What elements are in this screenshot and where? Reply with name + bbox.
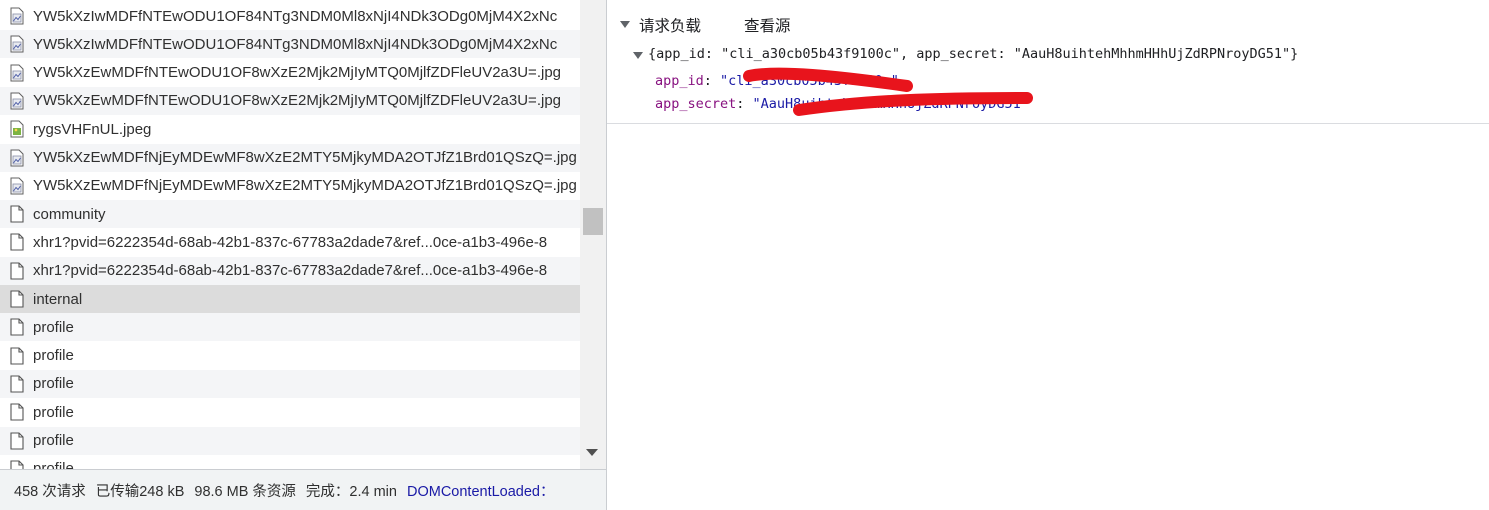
finish-time: 完成：2.4 min [305, 483, 397, 500]
request-row[interactable]: profile [0, 398, 580, 426]
document-icon [10, 233, 24, 251]
dom-content-loaded: DOMContentLoaded： [406, 483, 555, 500]
object-close: } [1290, 46, 1299, 62]
property-value: "AauH8uihtehMhhmHHhUjZdRPNroyDG51" [752, 96, 1029, 112]
request-row[interactable]: profile [0, 369, 580, 398]
request-row[interactable]: profile [0, 455, 580, 469]
request-name: rygsVHFnUL.jpeg [33, 120, 152, 138]
request-row[interactable]: YW5kXzEwMDFfNTEwODU1OF8wXzE2Mjk2MjIyMTQ0… [0, 86, 580, 115]
transferred-size: 已传输248 kB [95, 483, 185, 500]
resources-size: 98.6 MB 条资源 [194, 483, 296, 500]
request-name: profile [33, 375, 74, 393]
document-icon [10, 431, 24, 450]
request-row[interactable]: profile [0, 342, 580, 370]
document-icon [10, 262, 24, 280]
request-name: YW5kXzEwMDFfNTEwODU1OF8wXzE2Mjk2MjIyMTQ0… [33, 92, 562, 110]
doc-image-icon [10, 149, 24, 167]
collapse-triangle-icon[interactable] [620, 21, 630, 28]
request-name: profile [33, 318, 74, 336]
payload-property-app-secret[interactable]: app_secret: "AauH8uihtehMhhmHHhUjZdRPNro… [655, 96, 1029, 112]
request-list-scrollbar[interactable] [580, 0, 606, 469]
document-icon [10, 375, 24, 393]
network-request-list-panel: YW5kXzIwMDFfNTEwODU1OF84NTg3NDM0Ml8xNjI4… [0, 0, 606, 510]
request-row[interactable]: profile [0, 426, 580, 455]
request-row[interactable]: YW5kXzIwMDFfNTEwODU1OF84NTg3NDM0Ml8xNjI4… [0, 2, 580, 30]
view-source-link[interactable]: 查看源 [744, 14, 791, 36]
payload-section-separator [607, 123, 1489, 124]
request-name: YW5kXzEwMDFfNjEyMDEwMF8wXzE2MTY5MjkyMDA2… [33, 177, 577, 195]
network-status-bar: 458 次请求 已传输248 kB 98.6 MB 条资源 完成：2.4 min… [0, 469, 606, 510]
request-name: profile [33, 432, 74, 449]
request-row[interactable]: xhr1?pvid=6222354d-68ab-42b1-837c-67783a… [0, 256, 580, 285]
request-count: 458 次请求 [14, 483, 86, 500]
doc-image-icon [10, 64, 24, 82]
request-row[interactable]: rygsVHFnUL.jpeg [0, 115, 580, 143]
request-name: YW5kXzIwMDFfNTEwODU1OF84NTg3NDM0Ml8xNjI4… [33, 35, 558, 53]
scrollbar-thumb[interactable] [583, 208, 603, 235]
request-name: YW5kXzEwMDFfNTEwODU1OF8wXzE2Mjk2MjIyMTQ0… [33, 64, 562, 82]
object-open: {app_id: [648, 46, 722, 62]
document-icon [10, 460, 24, 469]
property-colon: : [703, 73, 721, 89]
request-name: profile [33, 347, 74, 365]
request-row[interactable]: profile [0, 313, 580, 342]
payload-section-header[interactable]: 请求负载 查看源 [607, 0, 1489, 48]
document-icon [10, 318, 24, 336]
request-name: YW5kXzIwMDFfNTEwODU1OF84NTg3NDM0Ml8xNjI4… [33, 7, 558, 25]
request-name: xhr1?pvid=6222354d-68ab-42b1-837c-67783a… [33, 262, 548, 280]
payload-object-summary[interactable]: {app_id: "cli_a30cb05b43f9100c", app_sec… [648, 46, 1298, 62]
request-name: profile [33, 460, 74, 469]
property-value: "cli_a30cb05b43f9100c" [720, 73, 899, 89]
request-row[interactable]: xhr1?pvid=6222354d-68ab-42b1-837c-67783a… [0, 228, 580, 256]
property-key: app_id [655, 73, 704, 89]
request-row[interactable]: YW5kXzEwMDFfNjEyMDEwMF8wXzE2MTY5MjkyMDA2… [0, 172, 580, 200]
request-name: profile [33, 403, 74, 421]
scroll-down-arrow-icon[interactable] [586, 449, 598, 456]
object-expand-triangle-icon[interactable] [633, 52, 643, 59]
document-icon [10, 347, 24, 365]
image-file-icon [10, 120, 24, 138]
request-row[interactable]: internal [0, 285, 580, 313]
property-colon: : [736, 96, 753, 112]
request-name: YW5kXzEwMDFfNjEyMDEwMF8wXzE2MTY5MjkyMDA2… [33, 149, 577, 166]
document-icon [10, 290, 24, 308]
request-list: YW5kXzIwMDFfNTEwODU1OF84NTg3NDM0Ml8xNjI4… [0, 0, 580, 469]
payload-pane: 请求负载 查看源 {app_id: "cli_a30cb05b43f9100c"… [607, 0, 1489, 510]
request-name: internal [33, 290, 83, 308]
request-row[interactable]: YW5kXzEwMDFfNTEwODU1OF8wXzE2Mjk2MjIyMTQ0… [0, 59, 580, 87]
doc-image-icon [10, 35, 24, 53]
payload-section-title[interactable]: 请求负载 [639, 14, 701, 36]
payload-property-app-id[interactable]: app_id: "cli_a30cb05b43f9100c" [655, 73, 899, 89]
doc-image-icon [10, 177, 24, 195]
summary-separator: , app_secret: [899, 46, 1014, 62]
request-name: community [33, 205, 106, 223]
request-row[interactable]: YW5kXzEwMDFfNjEyMDEwMF8wXzE2MTY5MjkyMDA2… [0, 143, 580, 172]
doc-image-icon [10, 7, 24, 25]
document-icon [10, 205, 24, 223]
summary-app-id-value: "cli_a30cb05b43f9100c" [721, 46, 900, 62]
request-row[interactable]: YW5kXzIwMDFfNTEwODU1OF84NTg3NDM0Ml8xNjI4… [0, 30, 580, 59]
summary-app-secret-value: "AauH8uihtehMhhmHHhUjZdRPNroyDG51" [1013, 46, 1291, 62]
document-icon [10, 403, 24, 421]
doc-image-icon [10, 92, 24, 110]
request-row[interactable]: community [0, 200, 580, 229]
property-key: app_secret [655, 96, 737, 112]
request-name: xhr1?pvid=6222354d-68ab-42b1-837c-67783a… [33, 233, 548, 251]
